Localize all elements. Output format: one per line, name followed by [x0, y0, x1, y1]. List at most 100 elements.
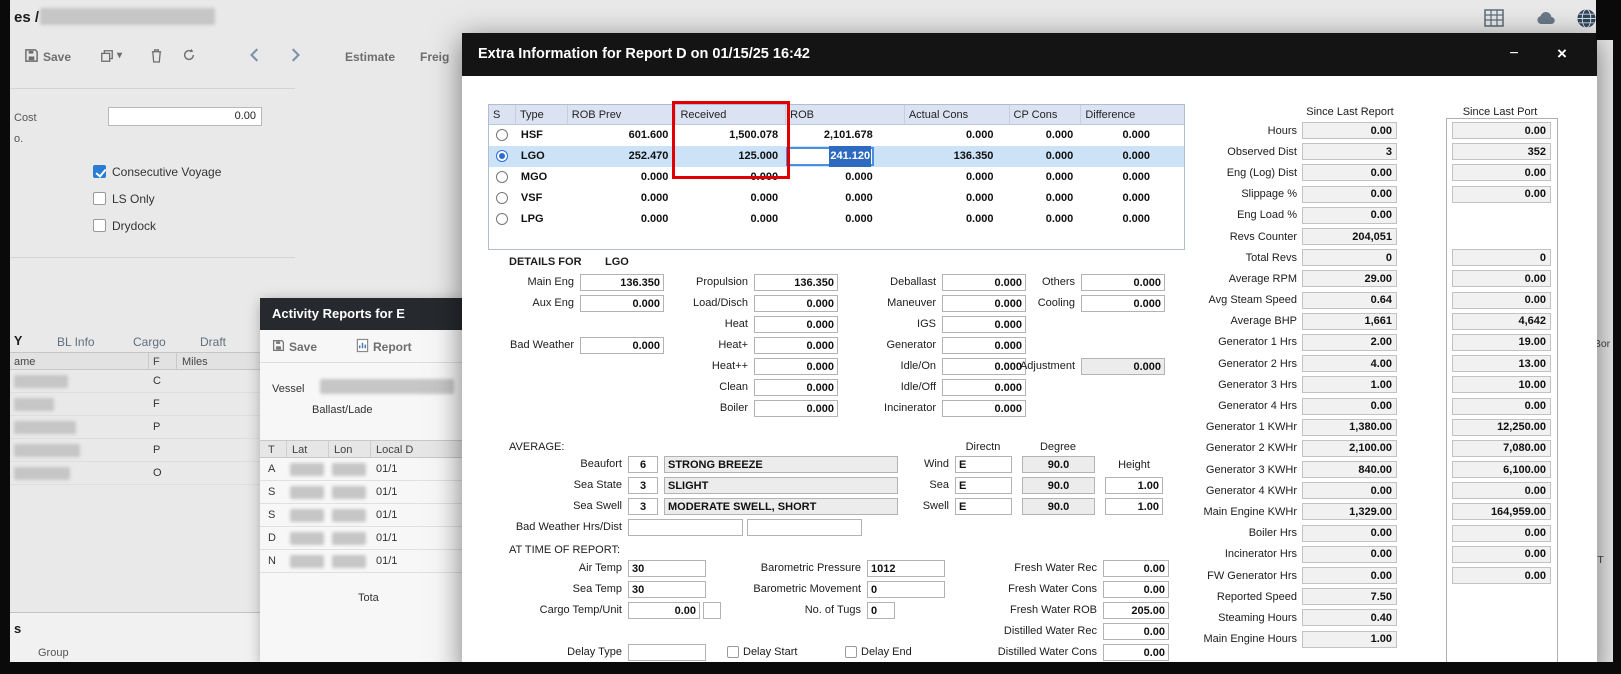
actual-cons-cell[interactable]: 0.000 — [905, 209, 1010, 230]
incinerator-input[interactable]: 0.000 — [942, 400, 1026, 417]
activity-row[interactable]: N 01/1 — [260, 550, 462, 573]
others-input[interactable]: 0.000 — [1081, 274, 1165, 291]
tugs-input[interactable]: 0 — [867, 602, 895, 619]
clean-input[interactable]: 0.000 — [754, 379, 838, 396]
boiler-input[interactable]: 0.000 — [754, 400, 838, 417]
delay-start-checkbox[interactable] — [727, 646, 739, 658]
rob-input[interactable]: 241.120 — [786, 147, 874, 166]
actual-cons-cell[interactable]: 0.000 — [905, 188, 1010, 209]
rob-cell[interactable]: 0.000 — [786, 167, 905, 188]
minimize-button[interactable]: − — [1497, 33, 1531, 76]
sea-temp-input[interactable]: 30 — [628, 581, 706, 598]
cp-cons-cell[interactable]: 0.000 — [1009, 125, 1081, 146]
tab-bl-info[interactable]: BL Info — [57, 335, 95, 349]
rob-cell[interactable]: 2,101.678 — [786, 125, 905, 146]
sea-state-input[interactable]: 3 — [628, 477, 658, 494]
chevron-right-icon[interactable] — [290, 48, 300, 65]
swell-direction-input[interactable]: E — [955, 498, 1012, 515]
heat-input[interactable]: 0.000 — [754, 316, 838, 333]
freight-tab-fragment[interactable]: Freig — [420, 50, 449, 64]
fuel-radio-lgo[interactable] — [489, 146, 516, 167]
deballast-input[interactable]: 0.000 — [942, 274, 1026, 291]
refresh-icon[interactable] — [182, 48, 196, 65]
rob-prev-cell[interactable]: 0.000 — [568, 188, 677, 209]
generator-input[interactable]: 0.000 — [942, 337, 1026, 354]
bad-weather-hrs-input[interactable] — [628, 519, 743, 536]
rob-prev-cell[interactable]: 0.000 — [568, 167, 677, 188]
cargo-temp-input[interactable]: 0.00 — [628, 602, 700, 619]
idle-off-input[interactable]: 0.000 — [942, 379, 1026, 396]
cp-cons-cell[interactable]: 0.000 — [1009, 167, 1081, 188]
fuel-radio-vsf[interactable] — [489, 188, 516, 209]
fuel-radio-hsf[interactable] — [489, 125, 516, 146]
load-disch-input[interactable]: 0.000 — [754, 295, 838, 312]
trash-icon[interactable] — [150, 48, 163, 66]
cp-cons-cell[interactable]: 0.000 — [1009, 188, 1081, 209]
chevron-left-icon[interactable] — [250, 48, 260, 65]
heat-plus-input[interactable]: 0.000 — [754, 337, 838, 354]
fuel-radio-lpg[interactable] — [489, 209, 516, 230]
rob-cell[interactable]: 0.000 — [786, 209, 905, 230]
tab-cargo[interactable]: Cargo — [133, 335, 166, 349]
idle-on-input[interactable]: 0.000 — [942, 358, 1026, 375]
aux-eng-input[interactable]: 0.000 — [580, 295, 664, 312]
bad-weather-dist-input[interactable] — [747, 519, 862, 536]
distilled-water-cons-input[interactable]: 0.00 — [1103, 644, 1169, 661]
table-icon[interactable] — [1484, 9, 1504, 30]
cp-cons-cell[interactable]: 0.000 — [1009, 209, 1081, 230]
drydock-checkbox[interactable] — [93, 219, 106, 232]
consecutive-voyage-checkbox[interactable] — [93, 165, 106, 178]
rob-cell[interactable]: 0.000 — [786, 188, 905, 209]
save-button[interactable]: Save — [43, 50, 71, 64]
actual-cons-cell[interactable]: 0.000 — [905, 167, 1010, 188]
swell-height-input[interactable]: 1.00 — [1105, 498, 1163, 515]
actual-cons-cell[interactable]: 0.000 — [905, 125, 1010, 146]
fresh-water-rob-input[interactable]: 205.00 — [1103, 602, 1169, 619]
cp-cons-cell[interactable]: 0.000 — [1009, 146, 1081, 167]
cost-input[interactable]: 0.00 — [108, 107, 262, 126]
delay-type-input[interactable] — [628, 644, 706, 661]
rob-prev-cell[interactable]: 252.470 — [568, 146, 677, 167]
received-cell[interactable]: 1,500.078 — [676, 125, 786, 146]
activity-row[interactable]: A 01/1 — [260, 458, 462, 481]
barometric-pressure-input[interactable]: 1012 — [867, 560, 945, 577]
received-cell[interactable]: 0.000 — [676, 188, 786, 209]
activity-report-button[interactable]: Report — [373, 340, 412, 354]
globe-icon[interactable] — [1576, 8, 1597, 32]
barometric-movement-input[interactable]: 0 — [867, 581, 945, 598]
delay-end-checkbox[interactable] — [845, 646, 857, 658]
activity-save-button[interactable]: Save — [289, 340, 317, 354]
received-cell[interactable]: 0.000 — [676, 167, 786, 188]
actual-cons-cell[interactable]: 136.350 — [905, 146, 1010, 167]
cooling-input[interactable]: 0.000 — [1081, 295, 1165, 312]
fuel-radio-mgo[interactable] — [489, 167, 516, 188]
heat-plus-plus-input[interactable]: 0.000 — [754, 358, 838, 375]
wind-direction-input[interactable]: E — [955, 456, 1012, 473]
rob-prev-cell[interactable]: 601.600 — [568, 125, 677, 146]
sea-direction-input[interactable]: E — [955, 477, 1012, 494]
rob-prev-cell[interactable]: 0.000 — [568, 209, 677, 230]
copy-icon[interactable] — [100, 49, 114, 66]
ls-only-checkbox[interactable] — [93, 192, 106, 205]
beaufort-input[interactable]: 6 — [628, 456, 658, 473]
close-button[interactable]: × — [1544, 33, 1580, 76]
main-eng-input[interactable]: 136.350 — [580, 274, 664, 291]
tab-draft[interactable]: Draft — [200, 335, 226, 349]
sea-swell-input[interactable]: 3 — [628, 498, 658, 515]
maneuver-input[interactable]: 0.000 — [942, 295, 1026, 312]
sea-height-input[interactable]: 1.00 — [1105, 477, 1163, 494]
activity-row[interactable]: S 01/1 — [260, 504, 462, 527]
cargo-temp-unit-input[interactable] — [703, 602, 721, 619]
distilled-water-rec-input[interactable]: 0.00 — [1103, 623, 1169, 640]
activity-row[interactable]: S 01/1 — [260, 481, 462, 504]
estimate-button[interactable]: Estimate — [345, 50, 395, 64]
received-cell[interactable]: 125.000 — [676, 146, 786, 167]
activity-row[interactable]: D 01/1 — [260, 527, 462, 550]
chevron-down-icon[interactable]: ▾ — [117, 50, 122, 61]
igs-input[interactable]: 0.000 — [942, 316, 1026, 333]
fresh-water-cons-input[interactable]: 0.00 — [1103, 581, 1169, 598]
cloud-icon[interactable] — [1536, 11, 1556, 28]
fresh-water-rec-input[interactable]: 0.00 — [1103, 560, 1169, 577]
bad-weather-input[interactable]: 0.000 — [580, 337, 664, 354]
propulsion-input[interactable]: 136.350 — [754, 274, 838, 291]
